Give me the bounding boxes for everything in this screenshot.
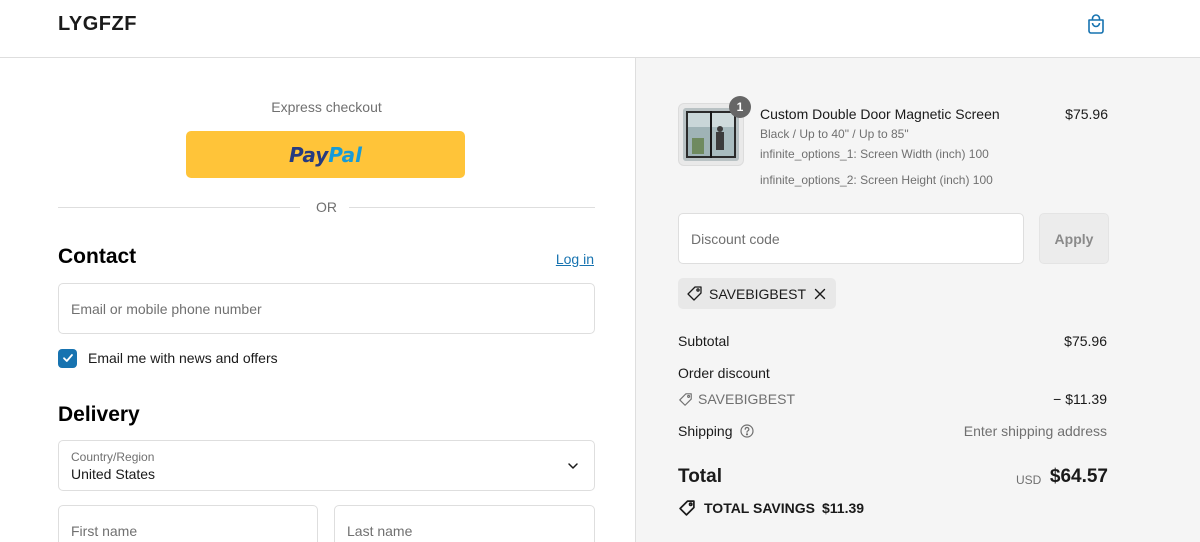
tag-icon bbox=[679, 392, 692, 406]
discount-code-input[interactable] bbox=[679, 214, 1023, 263]
first-name-input[interactable] bbox=[59, 506, 317, 542]
total-value: $64.57 bbox=[1049, 466, 1108, 487]
newsletter-row: Email me with news and offers bbox=[58, 348, 278, 368]
total-currency: USD bbox=[1016, 473, 1042, 487]
paypal-logo: PayPal bbox=[288, 142, 363, 167]
country-value: United States bbox=[71, 466, 156, 482]
chevron-down-icon bbox=[568, 463, 578, 469]
site-header: LYGFZF bbox=[0, 0, 1200, 58]
or-text: OR bbox=[316, 199, 337, 215]
applied-discount-code: SAVEBIGBEST bbox=[709, 285, 806, 302]
product-name: Custom Double Door Magnetic Screen bbox=[760, 106, 1000, 122]
delivery-title: Delivery bbox=[58, 403, 140, 426]
total-savings-value: $11.39 bbox=[821, 500, 865, 516]
total-savings-row: TOTAL SAVINGS $11.39 bbox=[678, 499, 864, 517]
subtotal-value: $75.96 bbox=[1064, 333, 1107, 349]
shipping-label-row: Shipping bbox=[678, 423, 754, 439]
product-price: $75.96 bbox=[1065, 106, 1108, 122]
quantity-badge: 1 bbox=[729, 96, 751, 118]
paypal-button[interactable]: PayPal bbox=[186, 131, 465, 178]
order-discount-value: − $11.39 bbox=[1053, 391, 1107, 407]
or-divider: OR bbox=[58, 198, 595, 216]
brand-logo[interactable]: LYGFZF bbox=[58, 13, 137, 36]
newsletter-checkbox[interactable] bbox=[58, 348, 77, 368]
shipping-value: Enter shipping address bbox=[963, 423, 1107, 439]
first-name-wrapper bbox=[58, 505, 318, 542]
tag-icon bbox=[687, 286, 702, 301]
last-name-input[interactable] bbox=[335, 506, 594, 542]
tag-icon bbox=[679, 500, 695, 516]
country-select[interactable]: Country/Region United States bbox=[58, 440, 595, 491]
newsletter-label: Email me with news and offers bbox=[88, 350, 278, 366]
checkmark-icon bbox=[62, 354, 73, 362]
order-summary: 1 Custom Double Door Magnetic Screen Bla… bbox=[635, 58, 1200, 542]
order-discount-label: Order discount bbox=[678, 365, 770, 381]
discount-field-wrapper bbox=[678, 213, 1024, 264]
applied-discount-chip: SAVEBIGBEST bbox=[678, 278, 836, 309]
subtotal-label: Subtotal bbox=[678, 333, 730, 349]
help-icon[interactable] bbox=[739, 424, 754, 438]
country-label: Country/Region bbox=[71, 450, 155, 464]
shipping-label: Shipping bbox=[678, 423, 733, 439]
remove-discount-button[interactable] bbox=[814, 288, 826, 300]
apply-discount-button[interactable]: Apply bbox=[1039, 213, 1109, 264]
order-discount-code: SAVEBIGBEST bbox=[698, 391, 795, 407]
close-icon bbox=[814, 288, 826, 299]
contact-title: Contact bbox=[58, 245, 137, 268]
express-checkout-label: Express checkout bbox=[271, 99, 382, 115]
product-variant: Black / Up to 40" / Up to 85" bbox=[760, 127, 909, 141]
login-link[interactable]: Log in bbox=[540, 251, 594, 267]
last-name-wrapper bbox=[334, 505, 595, 542]
email-input[interactable] bbox=[59, 284, 594, 333]
shopping-bag-icon[interactable] bbox=[1084, 12, 1108, 36]
checkout-form: Express checkout PayPal OR Contact Log i… bbox=[0, 58, 635, 542]
product-option-width: infinite_options_1: Screen Width (inch) … bbox=[760, 147, 989, 161]
total-label: Total bbox=[678, 466, 722, 487]
email-field-wrapper bbox=[58, 283, 595, 334]
total-savings-label: TOTAL SAVINGS bbox=[704, 500, 815, 516]
order-discount-code-row: SAVEBIGBEST bbox=[678, 391, 795, 407]
product-option-height: infinite_options_2: Screen Height (inch)… bbox=[760, 173, 993, 187]
product-image bbox=[683, 108, 739, 161]
